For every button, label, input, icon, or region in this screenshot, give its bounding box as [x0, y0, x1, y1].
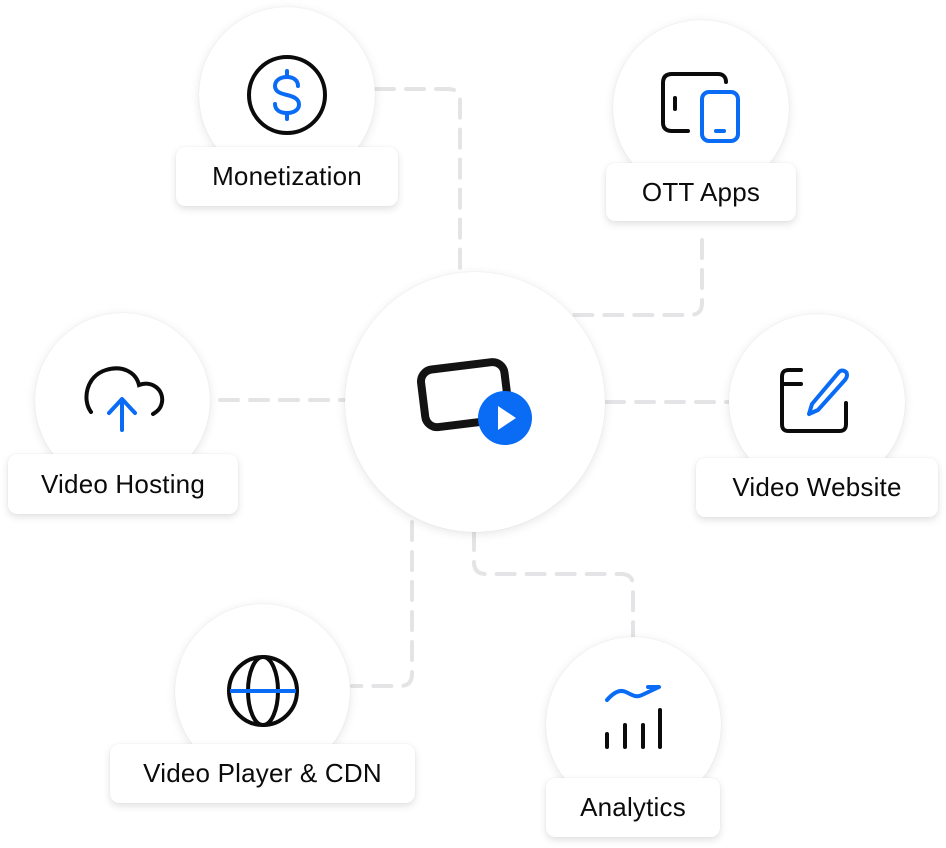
connector-video-player-cdn: [350, 520, 414, 688]
video-play-icon: [417, 356, 537, 448]
connector-analytics: [472, 530, 635, 638]
label-ott-apps[interactable]: OTT Apps: [606, 163, 796, 221]
dollar-coin-icon: [246, 54, 328, 136]
analytics-chart-icon: [604, 684, 664, 752]
label-text: Video Website: [732, 472, 902, 502]
label-video-website[interactable]: Video Website: [696, 458, 938, 517]
center-hub: [345, 272, 605, 532]
devices-icon: [660, 72, 742, 144]
cloud-upload-icon: [80, 366, 166, 436]
label-text: OTT Apps: [641, 176, 761, 207]
label-text: Video Hosting: [40, 468, 205, 499]
edit-window-icon: [779, 366, 851, 434]
label-analytics[interactable]: Analytics: [546, 778, 720, 837]
label-video-player-cdn[interactable]: Video Player & CDN: [110, 744, 415, 803]
globe-icon: [226, 654, 300, 728]
label-text: Video Player & CDN: [143, 758, 382, 788]
label-video-hosting[interactable]: Video Hosting: [8, 454, 238, 514]
label-monetization[interactable]: Monetization: [176, 147, 398, 206]
connector-ott-apps: [566, 238, 704, 317]
label-text: Analytics: [580, 792, 686, 822]
label-text: Monetization: [212, 161, 362, 191]
